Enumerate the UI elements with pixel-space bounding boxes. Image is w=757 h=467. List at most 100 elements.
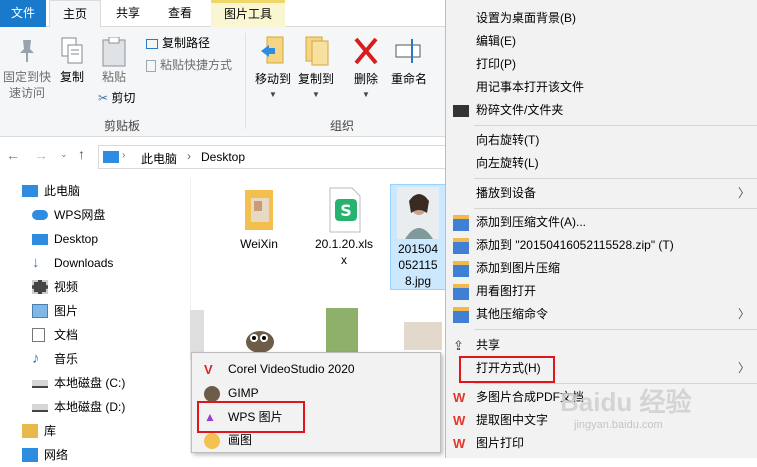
chevron-down-icon: ▼ — [269, 90, 277, 99]
recent-locations-chevron-icon[interactable]: ⌄ — [60, 149, 68, 160]
breadcrumb-separator: › — [187, 149, 191, 163]
file-explorer-window: 文件 主页 共享 查看 图片工具 固定到快 速访问 复制 粘贴 复制路径 粘贴快… — [0, 0, 448, 462]
menu-item-add-to-zip[interactable]: 添加到 "20150416052115528.zip" (T) — [446, 234, 757, 257]
shredder-icon — [453, 105, 469, 117]
cut-label: 剪切 — [111, 91, 136, 105]
menu-item-share[interactable]: ⇪ 共享 — [446, 334, 757, 357]
menu-item-other-compress[interactable]: 其他压缩命令〉 — [446, 303, 757, 326]
download-arrow-icon: ↓ — [32, 254, 40, 271]
menu-item-rotate-right[interactable]: 向右旋转(T) — [446, 129, 757, 152]
archive-icon — [453, 284, 469, 300]
wps-icon: W — [453, 390, 466, 405]
photo-thumbnail-icon — [397, 187, 439, 239]
menu-item-add-to-archive[interactable]: 添加到压缩文件(A)... — [446, 211, 757, 234]
menu-item-edit[interactable]: 编辑(E) — [446, 30, 757, 53]
gimp-icon — [204, 386, 220, 402]
paste-label: 粘贴 — [101, 70, 126, 84]
menu-item-print[interactable]: 打印(P) — [446, 53, 757, 76]
copy-button[interactable]: 复制 — [56, 37, 88, 97]
paint-palette-icon — [204, 433, 220, 449]
submenu-item-corel[interactable]: V Corel VideoStudio 2020 — [192, 358, 440, 381]
archive-icon — [453, 307, 469, 323]
chevron-down-icon: ▼ — [362, 90, 370, 99]
breadcrumb-chevron-icon: › — [122, 150, 126, 161]
chevron-right-icon: 〉 — [737, 186, 750, 200]
move-to-button[interactable]: 移动到 ▼ — [253, 35, 293, 105]
delete-x-icon — [354, 37, 378, 65]
film-icon — [32, 280, 48, 294]
menu-item-rotate-left[interactable]: 向左旋转(L) — [446, 152, 757, 175]
paste-shortcut-button[interactable]: 粘贴快捷方式 — [146, 57, 246, 75]
ribbon-tab-bar: 文件 主页 共享 查看 图片工具 — [0, 0, 445, 28]
computer-icon — [22, 185, 38, 197]
archive-icon — [453, 238, 469, 254]
menu-item-shred[interactable]: 粉碎文件/文件夹 — [446, 99, 757, 122]
paste-button[interactable]: 粘贴 — [98, 37, 130, 97]
back-arrow-icon[interactable]: ← — [6, 147, 20, 163]
copy-path-button[interactable]: 复制路径 — [146, 35, 246, 53]
rename-label: 重命名 — [390, 72, 427, 86]
share-icon: ⇪ — [453, 338, 464, 353]
pin-icon — [20, 40, 34, 62]
file-name-line-2: 052115 — [398, 258, 438, 272]
pin-to-quick-access-button[interactable]: 固定到快 速访问 — [2, 37, 52, 107]
library-icon — [22, 424, 38, 438]
watermark-text: Baidu 经验 — [560, 387, 692, 417]
wps-spreadsheet-icon: S — [329, 187, 361, 233]
file-item-jpg-selected[interactable]: 201504 052115 8.jpg — [390, 184, 446, 290]
forward-arrow-icon[interactable]: → — [34, 147, 48, 163]
person-photo-thumbnail[interactable] — [326, 308, 358, 354]
pc-icon — [103, 151, 119, 163]
menu-item-open-with-viewer[interactable]: 用看图打开 — [446, 280, 757, 303]
address-bar[interactable]: › 此电脑 › Desktop — [98, 145, 448, 169]
tab-home[interactable]: 主页 — [49, 0, 101, 28]
document-icon — [32, 328, 45, 342]
up-arrow-icon[interactable]: ↑ — [78, 146, 85, 162]
picture-icon — [32, 304, 48, 318]
menu-item-image-compress[interactable]: 添加到图片压缩 — [446, 257, 757, 280]
ribbon-separator — [245, 33, 246, 129]
breadcrumb-desktop[interactable]: Desktop — [201, 150, 245, 164]
organize-group-label: 组织 — [330, 119, 355, 133]
archive-icon — [453, 261, 469, 277]
navigation-bar: ← → ⌄ ↑ › 此电脑 › Desktop — [0, 140, 448, 174]
rename-button[interactable]: 重命名 — [388, 35, 430, 95]
move-to-label: 移动到 — [254, 72, 291, 86]
file-item-weixin[interactable]: WeiXin — [228, 186, 290, 252]
delete-button[interactable]: 删除 ▼ — [348, 35, 384, 105]
highlight-box-wps-picture — [197, 401, 305, 433]
copy-path-label: 复制路径 — [162, 36, 211, 50]
menu-item-open-notepad[interactable]: 用记事本打开该文件 — [446, 76, 757, 99]
file-name-line-3: 8.jpg — [404, 274, 432, 288]
paste-shortcut-icon — [146, 59, 156, 72]
file-item-xlsx[interactable]: S 20.1.20.xls x — [311, 186, 377, 268]
cloud-icon — [32, 210, 48, 220]
tab-view[interactable]: 查看 — [154, 0, 206, 27]
clipboard-icon — [102, 37, 126, 67]
menu-item-set-background[interactable]: 设置为桌面背景(B) — [446, 7, 757, 30]
tab-picture-tools[interactable]: 图片工具 — [211, 0, 285, 27]
card-photo-thumbnail[interactable] — [404, 322, 442, 350]
move-to-icon — [261, 36, 284, 64]
network-icon — [22, 448, 38, 462]
menu-separator — [474, 329, 757, 330]
clipboard-group-label: 剪贴板 — [104, 119, 141, 133]
copy-to-button[interactable]: 复制到 ▼ — [296, 35, 336, 105]
tab-share[interactable]: 共享 — [104, 0, 152, 27]
cut-button[interactable]: ✂ 剪切 — [98, 90, 158, 108]
rename-icon — [395, 39, 421, 63]
copy-path-icon — [146, 38, 158, 49]
tab-file[interactable]: 文件 — [0, 0, 46, 27]
delete-label: 删除 — [353, 72, 378, 86]
menu-item-cast-to-device[interactable]: 播放到设备〉 — [446, 182, 757, 205]
copy-to-label: 复制到 — [297, 72, 334, 86]
drive-icon — [32, 380, 48, 388]
desktop-icon — [32, 234, 48, 245]
ribbon-home: 固定到快 速访问 复制 粘贴 复制路径 粘贴快捷方式 ✂ 剪切 剪贴板 移动到 … — [0, 27, 445, 137]
paste-shortcut-label: 粘贴快捷方式 — [160, 58, 233, 72]
wps-icon: W — [453, 413, 466, 428]
breadcrumb-this-pc[interactable]: 此电脑 — [141, 150, 177, 167]
chevron-down-icon: ▼ — [312, 90, 320, 99]
chevron-right-icon: 〉 — [737, 307, 750, 321]
chevron-right-icon: 〉 — [737, 361, 750, 375]
